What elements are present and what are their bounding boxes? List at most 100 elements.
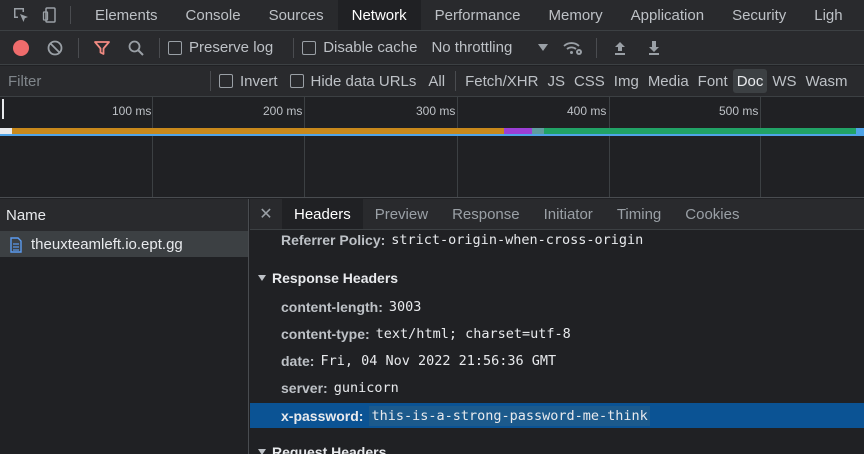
invert-label: Invert <box>240 72 278 90</box>
export-har-button[interactable] <box>637 31 671 64</box>
grid-line <box>304 97 305 197</box>
tab-headers[interactable]: Headers <box>282 199 363 229</box>
record-icon <box>13 39 29 56</box>
throttling-select[interactable]: No throttling <box>431 39 549 56</box>
tick-label: 400 ms <box>567 104 607 118</box>
section-title: Response Headers <box>272 270 399 286</box>
checkbox-box[interactable] <box>219 74 233 88</box>
header-value: strict-origin-when-cross-origin <box>391 232 644 248</box>
tick-label: 200 ms <box>263 104 303 118</box>
tab-cookies[interactable]: Cookies <box>673 199 751 229</box>
filter-input[interactable]: Filter <box>0 66 210 96</box>
filter-type-doc[interactable]: Doc <box>732 69 768 93</box>
tab-timing[interactable]: Timing <box>605 199 673 229</box>
checkbox-box[interactable] <box>168 40 182 55</box>
grid-line <box>457 97 458 197</box>
filter-type-fetch-xhr[interactable]: Fetch/XHR <box>461 69 542 93</box>
disable-cache-checkbox[interactable]: Disable cache <box>302 39 417 56</box>
request-headers-section[interactable]: Request Headers <box>250 439 386 454</box>
response-header-row: content-type: text/html; charset=utf-8 <box>250 322 571 346</box>
checkbox-box[interactable] <box>289 74 304 88</box>
throttling-value: No throttling <box>431 39 513 56</box>
filter-bar: Filter Invert Hide data URLs All Fetch/X… <box>0 66 864 97</box>
timeline-baseline <box>0 134 864 136</box>
hide-data-urls-label: Hide data URLs <box>310 72 417 90</box>
wifi-settings-icon <box>563 41 583 55</box>
request-row[interactable]: theuxteamleft.io.ept.gg <box>0 232 248 257</box>
filter-type-font[interactable]: Font <box>694 69 732 93</box>
filter-type-ws[interactable]: WS <box>768 69 800 93</box>
tab-preview[interactable]: Preview <box>363 199 440 229</box>
hide-data-urls-checkbox[interactable]: Hide data URLs <box>289 72 417 90</box>
tab-console[interactable]: Console <box>172 0 255 30</box>
tab-elements[interactable]: Elements <box>81 0 172 30</box>
header-value[interactable]: this-is-a-strong-password-me-think <box>369 405 650 426</box>
details-tab-bar: ✕ Headers Preview Response Initiator Tim… <box>250 199 864 230</box>
header-name: content-type: <box>281 326 370 342</box>
filter-type-css[interactable]: CSS <box>570 69 609 93</box>
expand-triangle-icon <box>258 449 266 454</box>
tab-application[interactable]: Application <box>617 0 718 30</box>
expand-triangle-icon <box>258 275 266 281</box>
timeline-cursor <box>2 99 4 119</box>
response-headers-section[interactable]: Response Headers <box>250 265 398 291</box>
header-name: x-password: <box>281 407 364 424</box>
devtools-tab-bar: Elements Console Sources Network Perform… <box>0 0 864 31</box>
tab-response[interactable]: Response <box>440 199 532 229</box>
checkbox-box[interactable] <box>302 40 317 55</box>
preserve-log-label: Preserve log <box>189 39 274 56</box>
dropdown-arrow-icon <box>538 44 549 51</box>
tab-sources[interactable]: Sources <box>255 0 338 30</box>
tick-label: 500 ms <box>719 104 759 118</box>
filter-type-js[interactable]: JS <box>543 69 569 93</box>
tab-security[interactable]: Security <box>718 0 800 30</box>
toolbar-separator <box>159 37 160 58</box>
tick-label: 100 ms <box>112 104 152 118</box>
filter-type-img[interactable]: Img <box>610 69 643 93</box>
response-header-row: server: gunicorn <box>250 376 399 400</box>
upload-icon <box>615 41 626 55</box>
header-name: server: <box>281 380 328 396</box>
invert-checkbox[interactable]: Invert <box>219 73 278 90</box>
import-har-button[interactable] <box>603 31 637 64</box>
timeline-overview[interactable]: 100 ms 200 ms 300 ms 400 ms 500 ms <box>0 97 864 198</box>
response-header-row: date: Fri, 04 Nov 2022 21:56:36 GMT <box>250 349 556 373</box>
network-conditions-button[interactable] <box>556 31 590 64</box>
search-button[interactable] <box>119 31 153 64</box>
header-value: Fri, 04 Nov 2022 21:56:36 GMT <box>320 353 557 369</box>
header-value: text/html; charset=utf-8 <box>375 326 571 342</box>
close-details-icon[interactable]: ✕ <box>250 199 282 229</box>
filter-type-media[interactable]: Media <box>644 69 693 93</box>
tick-label: 300 ms <box>416 104 456 118</box>
record-button[interactable] <box>4 31 38 64</box>
grid-line <box>760 97 761 197</box>
tab-performance[interactable]: Performance <box>421 0 535 30</box>
inspect-element-icon[interactable] <box>6 0 36 30</box>
header-name: Referrer Policy: <box>281 232 386 248</box>
preserve-log-checkbox[interactable]: Preserve log <box>168 39 273 56</box>
tab-initiator[interactable]: Initiator <box>532 199 605 229</box>
header-value: 3003 <box>388 299 422 315</box>
filter-separator <box>455 71 457 91</box>
device-toolbar-icon[interactable] <box>36 0 66 30</box>
response-header-row-selected[interactable]: x-password: this-is-a-strong-password-me… <box>250 403 864 428</box>
network-toolbar: Preserve log Disable cache No throttling <box>0 31 864 65</box>
request-details-panel: ✕ Headers Preview Response Initiator Tim… <box>250 199 864 454</box>
tab-lighthouse[interactable]: Ligh <box>800 0 856 30</box>
download-icon <box>649 40 660 55</box>
clear-button[interactable] <box>38 31 72 64</box>
request-name: theuxteamleft.io.ept.gg <box>31 236 183 253</box>
filter-icon <box>94 40 110 55</box>
filter-type-wasm[interactable]: Wasm <box>802 69 852 93</box>
search-icon <box>128 40 144 56</box>
clear-icon <box>47 40 63 55</box>
tab-memory[interactable]: Memory <box>535 0 617 30</box>
filter-toggle-button[interactable] <box>85 31 119 64</box>
filter-separator <box>210 71 211 91</box>
request-list: Name theuxteamleft.io.ept.gg <box>0 199 249 454</box>
filter-type-all[interactable]: All <box>424 69 449 93</box>
name-column-header[interactable]: Name <box>0 199 248 232</box>
tab-network[interactable]: Network <box>337 0 421 30</box>
referrer-policy-row: Referrer Policy: strict-origin-when-cros… <box>250 228 643 252</box>
toolbar-separator <box>293 37 295 58</box>
